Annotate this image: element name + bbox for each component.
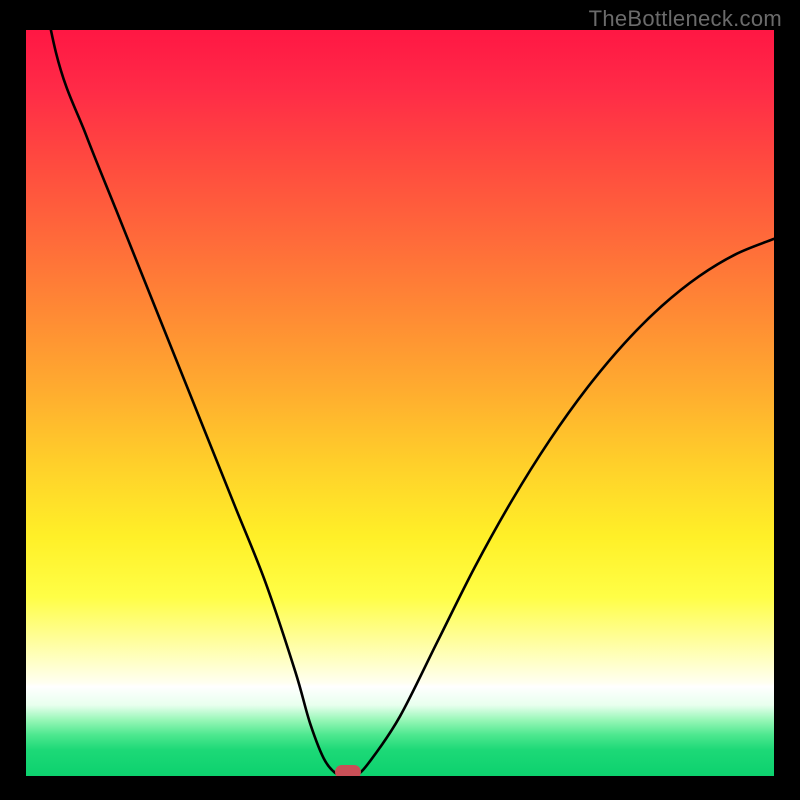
bottleneck-curve [26,30,774,776]
curve-svg [26,30,774,776]
watermark-label: TheBottleneck.com [589,6,782,32]
optimum-marker [335,765,361,776]
plot-area [26,30,774,776]
chart-stage: TheBottleneck.com [0,0,800,800]
